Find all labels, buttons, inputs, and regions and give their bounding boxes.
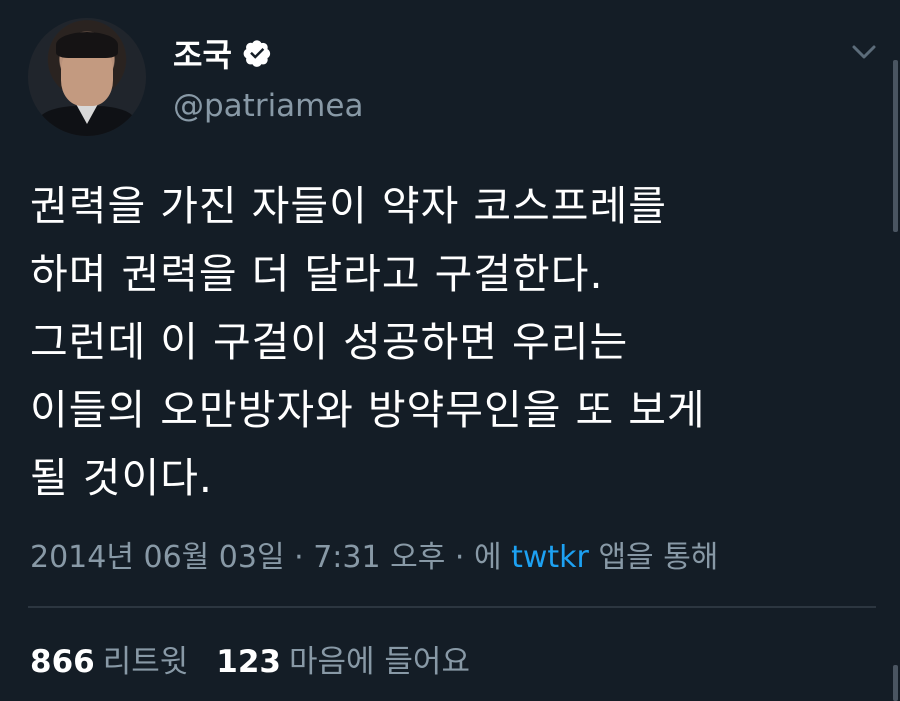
likes-label: 마음에 들어요 bbox=[289, 644, 470, 680]
via-prefix: 에 bbox=[473, 540, 502, 575]
tweet-stats: 866 리트윗 123 마음에 들어요 bbox=[30, 636, 470, 681]
avatar[interactable] bbox=[28, 18, 146, 136]
user-handle[interactable]: @patriamea bbox=[173, 88, 363, 124]
tweet-text: 권력을 가진 자들이 약자 코스프레를 하며 권력을 더 달라고 구걸한다. 그… bbox=[30, 182, 706, 502]
likes-count: 123 bbox=[216, 644, 281, 680]
source-app-link[interactable]: twtkr bbox=[511, 540, 589, 575]
divider bbox=[28, 606, 876, 608]
retweets-stat[interactable]: 866 리트윗 bbox=[30, 636, 188, 681]
tweet-date: 2014년 06월 03일 bbox=[30, 540, 285, 575]
scrollbar-thumb-lower[interactable] bbox=[893, 665, 898, 701]
meta-separator: · bbox=[454, 540, 465, 575]
verified-badge-icon bbox=[243, 40, 271, 67]
avatar-hair bbox=[56, 32, 118, 58]
name-row: 조국 bbox=[173, 30, 272, 76]
retweets-label: 리트윗 bbox=[102, 644, 189, 680]
via-suffix: 앱을 통해 bbox=[598, 540, 719, 575]
retweets-count: 866 bbox=[30, 644, 95, 680]
display-name[interactable]: 조국 bbox=[173, 30, 232, 76]
tweet-metadata: 2014년 06월 03일 · 7:31 오후 · 에 twtkr 앱을 통해 bbox=[30, 532, 718, 576]
chevron-down-icon[interactable] bbox=[850, 42, 878, 62]
meta-separator: · bbox=[294, 540, 304, 575]
likes-stat[interactable]: 123 마음에 들어요 bbox=[216, 636, 470, 681]
scrollbar-thumb[interactable] bbox=[893, 60, 898, 232]
tweet-time: 7:31 오후 bbox=[313, 540, 446, 575]
tweet-detail: 조국 @patriamea 권력을 가진 자들이 약자 코스프레를 하며 권력을… bbox=[0, 0, 900, 701]
